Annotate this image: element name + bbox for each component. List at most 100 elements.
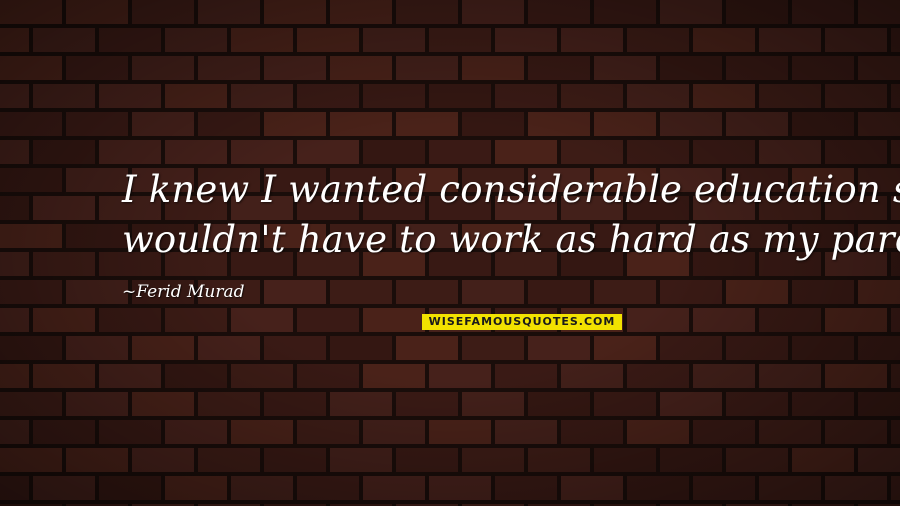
brick xyxy=(759,140,821,164)
brick xyxy=(198,112,260,136)
quote-card: I knew I wanted considerable education s… xyxy=(0,0,900,506)
brick xyxy=(297,84,359,108)
watermark-text: WISEFAMOUSQUOTES.COM xyxy=(428,315,616,328)
brick xyxy=(561,420,623,444)
brick xyxy=(858,112,900,136)
brick xyxy=(363,476,425,500)
brick xyxy=(594,280,656,304)
brick xyxy=(429,476,491,500)
brick xyxy=(891,364,900,388)
brick xyxy=(792,448,854,472)
brick xyxy=(99,420,161,444)
brick xyxy=(66,168,128,192)
brick xyxy=(594,0,656,24)
brick xyxy=(792,0,854,24)
brick xyxy=(33,140,95,164)
brick xyxy=(363,140,425,164)
brick xyxy=(792,336,854,360)
brick xyxy=(297,476,359,500)
brick xyxy=(132,448,194,472)
brick xyxy=(297,28,359,52)
brick xyxy=(165,28,227,52)
brick xyxy=(825,420,887,444)
brick xyxy=(66,448,128,472)
brick xyxy=(759,364,821,388)
brick xyxy=(759,420,821,444)
brick xyxy=(165,476,227,500)
brick xyxy=(231,84,293,108)
brick xyxy=(33,364,95,388)
brick xyxy=(231,308,293,332)
brick xyxy=(132,0,194,24)
brick xyxy=(561,364,623,388)
brick xyxy=(759,28,821,52)
brick xyxy=(396,0,458,24)
brick xyxy=(165,420,227,444)
brick xyxy=(594,392,656,416)
brick xyxy=(99,140,161,164)
brick xyxy=(0,364,29,388)
brick xyxy=(231,364,293,388)
brick xyxy=(561,140,623,164)
brick xyxy=(330,448,392,472)
brick xyxy=(693,28,755,52)
brick xyxy=(66,280,128,304)
brick xyxy=(165,308,227,332)
brick xyxy=(660,112,722,136)
brick xyxy=(726,0,788,24)
brick xyxy=(627,28,689,52)
brick xyxy=(462,448,524,472)
brick xyxy=(396,448,458,472)
brick xyxy=(363,84,425,108)
brick xyxy=(825,28,887,52)
brick xyxy=(66,392,128,416)
brick xyxy=(429,364,491,388)
brick xyxy=(594,336,656,360)
brick xyxy=(0,224,62,248)
brick xyxy=(792,280,854,304)
brick xyxy=(627,84,689,108)
brick xyxy=(825,476,887,500)
brick xyxy=(660,56,722,80)
brick xyxy=(330,336,392,360)
brick xyxy=(660,448,722,472)
brick xyxy=(33,28,95,52)
brick xyxy=(330,392,392,416)
brick xyxy=(858,280,900,304)
brick xyxy=(165,364,227,388)
brick xyxy=(132,56,194,80)
brick xyxy=(627,308,689,332)
brick xyxy=(891,28,900,52)
brick xyxy=(231,28,293,52)
brick xyxy=(825,140,887,164)
brick xyxy=(198,448,260,472)
brick xyxy=(297,364,359,388)
brick xyxy=(66,56,128,80)
brick xyxy=(132,392,194,416)
brick xyxy=(0,196,29,220)
brick xyxy=(132,336,194,360)
brick xyxy=(825,84,887,108)
brick xyxy=(264,448,326,472)
brick xyxy=(0,476,29,500)
brick xyxy=(264,112,326,136)
brick xyxy=(561,28,623,52)
brick xyxy=(726,336,788,360)
brick xyxy=(660,280,722,304)
brick xyxy=(33,420,95,444)
brick xyxy=(396,56,458,80)
brick xyxy=(726,112,788,136)
brick xyxy=(495,364,557,388)
brick xyxy=(66,224,128,248)
brick xyxy=(759,308,821,332)
brick xyxy=(792,56,854,80)
brick xyxy=(660,336,722,360)
brick xyxy=(891,308,900,332)
brick xyxy=(429,140,491,164)
brick xyxy=(363,308,425,332)
brick xyxy=(330,0,392,24)
brick xyxy=(858,56,900,80)
brick xyxy=(627,420,689,444)
brick xyxy=(528,392,590,416)
brick xyxy=(99,28,161,52)
